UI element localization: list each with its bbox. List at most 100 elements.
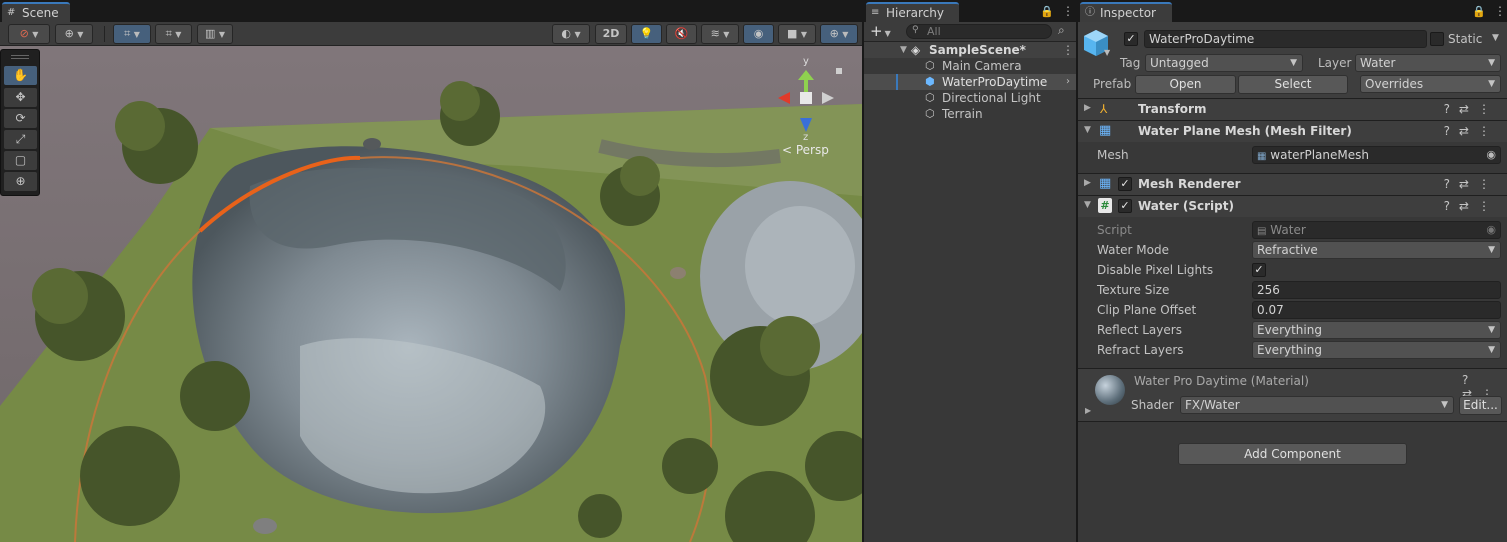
hierarchy-item-label: WaterProDaytime [942,75,1048,89]
add-component-button[interactable]: Add Component [1178,443,1407,465]
gameobject-cube-icon: ⬡ [925,107,935,120]
static-dropdown-caret[interactable]: ▼ [1492,33,1499,43]
component-header-icons[interactable]: ?⇄⋮ [1444,102,1499,116]
tab-hierarchy-label: Hierarchy [886,6,945,20]
prefab-select-button[interactable]: Select [1238,75,1348,94]
foldout-arrow-icon: ▼ [1084,125,1091,135]
mesh-object-field[interactable]: ▦ waterPlaneMesh ◉ [1252,146,1501,164]
scale-tool-button[interactable]: ⤢ [4,130,37,149]
hierarchy-search[interactable]: ⚲ All [906,24,1052,39]
chevron-down-icon: ▼ [133,30,140,39]
script-object-field: ▤ Water ◉ [1252,221,1501,239]
hand-icon: ✋ [13,68,28,82]
audio-toggle-button[interactable]: 🔇 [666,24,697,44]
gizmos-button[interactable]: ⊕ ▼ [820,24,858,44]
active-checkbox[interactable]: ✓ [1124,32,1138,46]
global-toggle-button[interactable]: ⊕ ▼ [55,24,93,44]
mesh-renderer-component-header[interactable]: ▶ ▦ ✓ Mesh Renderer ?⇄⋮ [1078,173,1507,195]
create-button[interactable]: + ▼ [870,22,896,40]
water-script-component-header[interactable]: ▼ # ✓ Water (Script) ?⇄⋮ [1078,195,1507,217]
hidden-objects-button[interactable]: ◉ [743,24,774,44]
tab-inspector[interactable]: ⓘ Inspector [1080,2,1172,22]
static-checkbox[interactable] [1430,32,1444,46]
shading-sphere-button[interactable]: ◐ ▼ [552,24,590,44]
rect-icon: ▢ [14,153,27,167]
grid-snap-button[interactable]: ⌗ ▼ [113,24,151,44]
layer-dropdown[interactable]: Water ▼ [1355,54,1501,72]
chevron-down-icon: ▼ [1488,79,1495,89]
search-filter-icon[interactable]: ⌕ [1058,23,1065,38]
edit-shader-button[interactable]: Edit... [1459,396,1502,415]
rotate-tool-button[interactable]: ⟳ [4,109,37,128]
mesh-icon: ▦ [1257,151,1267,162]
hierarchy-item[interactable]: ⬡ Main Camera [864,58,1076,74]
foldout-arrow-icon: ▶ [1084,103,1091,113]
overrides-label: Overrides [1365,77,1424,91]
orientation-gizmo[interactable]: y z [770,56,842,148]
hierarchy-scene-row[interactable]: ▼ ◈ SampleScene* ⋮ [864,42,1076,58]
clip-plane-offset-input[interactable]: 0.07 [1252,301,1501,319]
chevron-right-icon[interactable]: › [1066,74,1070,90]
transform-component-header[interactable]: ▶ ⅄ Transform ?⇄⋮ [1078,98,1507,120]
hierarchy-item-selected[interactable]: ⬢ WaterProDaytime › [864,74,1076,90]
component-enabled-checkbox[interactable]: ✓ [1118,177,1132,191]
scene-viewport[interactable]: ✋ ✥ ⟳ ⤢ ▢ ⊕ y z < Persp [0,46,862,542]
prefab-label: Prefab [1093,77,1132,91]
icon-dropdown-caret[interactable]: ▼ [1104,48,1110,57]
material-preview-sphere[interactable] [1095,375,1125,405]
prop-label-script: Script [1097,223,1132,237]
scene-menu-icon[interactable]: ⋮ [1062,42,1074,58]
tab-scene-label: Scene [22,6,59,20]
water-mode-dropdown[interactable]: Refractive ▼ [1252,241,1501,259]
rect-tool-button[interactable]: ▢ [4,151,37,170]
lighting-toggle-button[interactable]: 💡 [631,24,662,44]
chevron-down-icon: ▼ [1290,58,1297,68]
chevron-down-icon: ▼ [1488,58,1495,68]
disable-pixel-lights-checkbox[interactable]: ✓ [1252,263,1266,277]
camera-button[interactable]: ■ ▼ [778,24,816,44]
chevron-down-icon: ▼ [574,30,581,39]
mesh-filter-component-header[interactable]: ▼ ▦ Water Plane Mesh (Mesh Filter) ?⇄⋮ [1078,120,1507,142]
texture-size-input[interactable]: 256 [1252,281,1501,299]
chevron-down-icon: ▼ [842,30,849,39]
script-value: Water [1270,223,1306,237]
scene-tabbar [0,0,862,22]
hierarchy-item[interactable]: ⬡ Terrain [864,106,1076,122]
lock-icon[interactable]: 🔒 [1472,5,1486,18]
prefab-open-button[interactable]: Open [1135,75,1236,94]
shader-dropdown[interactable]: FX/Water ▼ [1180,396,1454,414]
component-header-icons[interactable]: ?⇄⋮ [1444,124,1499,138]
more-options-icon[interactable]: ⋮ [1494,4,1506,18]
move-tool-button[interactable]: ✥ [4,88,37,107]
unity-scene-icon: ◈ [911,43,921,57]
mode-2d-button[interactable]: 2D [595,24,627,44]
transform-tool-button[interactable]: ⊕ [4,172,37,191]
reflect-layers-dropdown[interactable]: Everything ▼ [1252,321,1501,339]
projection-toggle[interactable]: < Persp [782,143,829,157]
object-name-input[interactable]: WaterProDaytime [1144,30,1427,48]
scale-icon: ⤢ [15,132,26,146]
grid-visibility-button[interactable]: ▥ ▼ [197,24,233,44]
refract-layers-dropdown[interactable]: Everything ▼ [1252,341,1501,359]
draw-mode-button[interactable]: ⊘ ▼ [8,24,50,44]
object-picker-icon[interactable]: ◉ [1486,147,1496,163]
lock-icon[interactable]: 🔒 [1040,5,1054,18]
palette-drag-handle[interactable] [11,55,29,59]
prefab-overrides-dropdown[interactable]: Overrides ▼ [1360,75,1501,93]
hand-tool-button[interactable]: ✋ [4,66,37,85]
tab-scene[interactable]: # Scene [2,2,70,22]
more-options-icon[interactable]: ⋮ [1062,4,1074,18]
toolbar-divider [104,26,105,42]
effects-button[interactable]: ≋ ▼ [701,24,739,44]
component-enabled-checkbox[interactable]: ✓ [1118,199,1132,213]
component-header-icons[interactable]: ?⇄⋮ [1444,199,1499,213]
component-header-icons[interactable]: ?⇄⋮ [1444,177,1499,191]
foldout-arrow-icon[interactable]: ▶ [1085,406,1091,415]
tag-label: Tag [1120,56,1141,70]
hierarchy-item[interactable]: ⬡ Directional Light [864,90,1076,106]
tag-dropdown[interactable]: Untagged ▼ [1145,54,1303,72]
increment-snap-button[interactable]: ⌗ ▼ [155,24,192,44]
foldout-arrow-icon: ▶ [1084,178,1091,188]
scene-name: SampleScene* [929,43,1026,57]
tab-hierarchy[interactable]: ≡ Hierarchy [866,2,959,22]
